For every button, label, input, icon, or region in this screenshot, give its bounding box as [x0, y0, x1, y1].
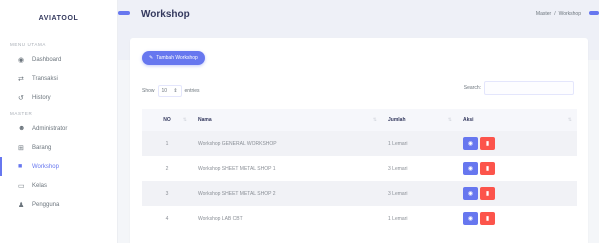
breadcrumb-item-workshop: Workshop: [558, 11, 581, 17]
column-header-nama[interactable]: Nama ⇅: [192, 109, 382, 131]
select-arrows-icon: ⇕: [173, 88, 178, 94]
sidebar-item-label: Pengguna: [32, 201, 60, 208]
edit-icon: ✎: [149, 55, 154, 61]
header-accent-right: [589, 11, 599, 15]
sidebar-item-history[interactable]: ↺ History: [0, 88, 117, 107]
entries-length-control: Show 10 ⇕ entries: [142, 85, 200, 97]
trash-icon: ▮: [485, 141, 490, 147]
eye-icon: ◉: [467, 141, 474, 147]
cell-jumlah: 3 Lemari: [388, 190, 408, 197]
cell-nama: Workshop SHEET METAL SHOP 1: [198, 165, 276, 172]
view-button[interactable]: ◉: [463, 187, 478, 200]
delete-button[interactable]: ▮: [480, 212, 495, 225]
add-workshop-label: Tambah Workshop: [156, 55, 198, 61]
cell-nama: Workshop LAB CBT: [198, 215, 243, 222]
cell-no: 2: [165, 165, 169, 172]
sidebar-item-pengguna[interactable]: ♟ Pengguna: [0, 195, 117, 214]
cell-no: 4: [165, 215, 169, 222]
cell-aksi: ◉ ▮: [457, 131, 577, 156]
cell-jumlah: 1 Lemari: [388, 140, 408, 147]
eye-icon: ◉: [467, 166, 474, 172]
search-label: Search:: [463, 85, 481, 91]
cell-jumlah: 1 Lemari: [388, 215, 408, 222]
sitemap-icon: ⊞: [18, 144, 24, 152]
menu-header-main: MENU UTAMA: [10, 42, 46, 47]
sidebar-item-label: Barang: [32, 144, 52, 151]
users-icon: ☻: [18, 125, 26, 132]
sidebar-item-administrator[interactable]: ☻ Administrator: [0, 119, 117, 138]
cell-no: 1: [165, 140, 169, 147]
workshop-table: NO ⇅ Nama ⇅ Jumlah ⇅ Aksi ⇅ 1 Workshop GENER…: [142, 109, 577, 231]
sidebar-item-dashboard[interactable]: ◉ Dashboard: [0, 50, 117, 69]
sort-icon: ⇅: [567, 117, 572, 123]
user-icon: ♟: [18, 201, 25, 209]
search-input[interactable]: [484, 81, 574, 95]
sidebar-item-label: Transaksi: [32, 75, 58, 82]
show-label: Show: [142, 88, 155, 94]
search-control: Search:: [464, 81, 574, 95]
add-workshop-button[interactable]: ✎ Tambah Workshop: [142, 51, 205, 65]
delete-button[interactable]: ▮: [480, 187, 495, 200]
eye-icon: ◉: [467, 191, 474, 197]
table-row: 3 Workshop SHEET METAL SHOP 2 3 Lemari ◉…: [142, 181, 577, 206]
sidebar-item-kelas[interactable]: ▭ Kelas: [0, 176, 117, 195]
breadcrumb-item-master[interactable]: Master: [536, 11, 551, 17]
class-icon: ▭: [18, 182, 25, 190]
eye-icon: ◉: [467, 216, 474, 222]
trash-icon: ▮: [485, 191, 490, 197]
entries-select[interactable]: 10 ⇕: [157, 85, 182, 97]
sidebar: AVIATOOL MENU UTAMA ◉ Dashboard ⇄ Transa…: [0, 0, 118, 243]
gauge-icon: ◉: [18, 56, 25, 64]
column-header-no[interactable]: NO ⇅: [142, 109, 192, 131]
column-header-jumlah[interactable]: Jumlah ⇅: [382, 109, 457, 131]
view-button[interactable]: ◉: [463, 162, 478, 175]
sidebar-item-workshop[interactable]: ■ Workshop: [0, 157, 117, 176]
cell-aksi: ◉ ▮: [457, 156, 577, 181]
delete-button[interactable]: ▮: [480, 162, 495, 175]
trash-icon: ▮: [485, 166, 490, 172]
menu-header-master: MASTER: [10, 111, 33, 116]
sidebar-item-label: Workshop: [32, 163, 59, 170]
view-button[interactable]: ◉: [463, 137, 478, 150]
sidebar-item-label: Dashboard: [32, 56, 62, 63]
sidebar-item-barang[interactable]: ⊞ Barang: [0, 138, 117, 157]
cell-jumlah: 3 Lemari: [388, 165, 408, 172]
sort-icon: ⇅: [182, 117, 187, 123]
table-row: 2 Workshop SHEET METAL SHOP 1 3 Lemari ◉…: [142, 156, 577, 181]
cell-nama: Workshop GENERAL WORKSHOP: [198, 140, 277, 147]
trash-icon: ▮: [485, 216, 490, 222]
sidebar-item-transaksi[interactable]: ⇄ Transaksi: [0, 69, 117, 88]
transfer-icon: ⇄: [18, 75, 24, 83]
cell-nama: Workshop SHEET METAL SHOP 2: [198, 190, 276, 197]
table-row: 4 Workshop LAB CBT 1 Lemari ◉ ▮: [142, 206, 577, 231]
history-icon: ↺: [18, 94, 24, 102]
cell-no: 3: [165, 190, 169, 197]
brand-logo[interactable]: AVIATOOL: [0, 0, 117, 36]
table-row: 1 Workshop GENERAL WORKSHOP 1 Lemari ◉ ▮: [142, 131, 577, 156]
workshop-card: ✎ Tambah Workshop Show 10 ⇕ entries Sear…: [130, 38, 588, 243]
cell-aksi: ◉ ▮: [457, 181, 577, 206]
column-header-aksi[interactable]: Aksi ⇅: [457, 109, 577, 131]
sidebar-item-label: Kelas: [32, 182, 48, 189]
workshop-icon: ■: [18, 163, 23, 170]
page-title: Workshop: [141, 9, 190, 20]
sort-icon: ⇅: [447, 117, 452, 123]
entries-value: 10: [161, 88, 168, 94]
sort-icon: ⇅: [372, 117, 377, 123]
header-accent: [118, 11, 130, 15]
entries-label: entries: [184, 88, 200, 94]
delete-button[interactable]: ▮: [480, 137, 495, 150]
breadcrumb: Master / Workshop: [535, 11, 581, 17]
cell-aksi: ◉ ▮: [457, 206, 577, 231]
sidebar-item-label: History: [32, 94, 51, 101]
sidebar-item-label: Administrator: [32, 125, 68, 132]
view-button[interactable]: ◉: [463, 212, 478, 225]
